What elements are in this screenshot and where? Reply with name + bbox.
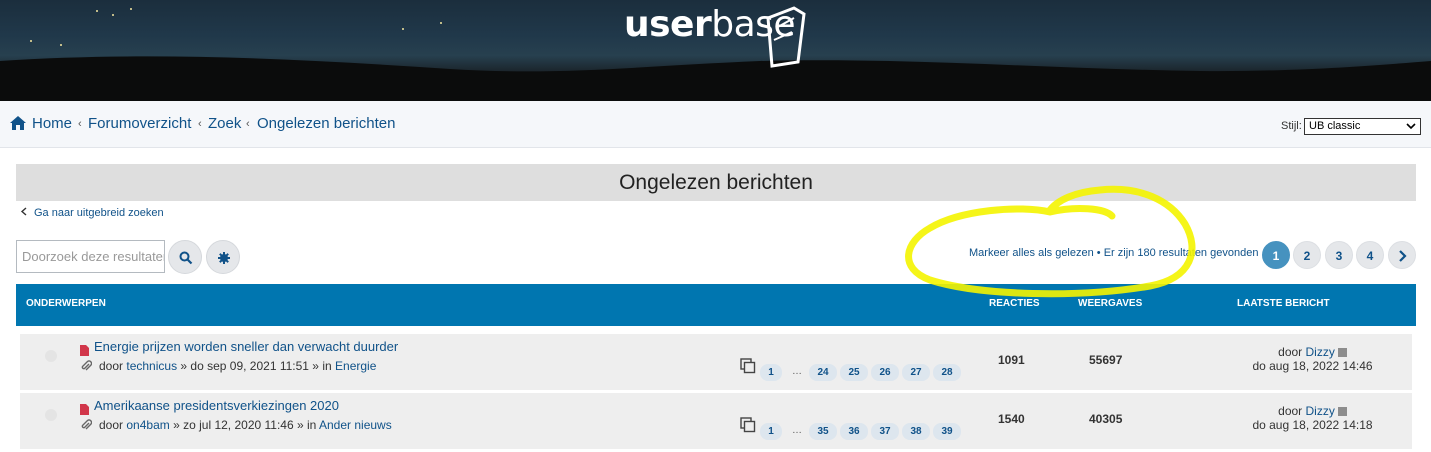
star bbox=[402, 28, 404, 30]
header-topics: ONDERWERPEN bbox=[26, 298, 106, 309]
topic-views: 55697 bbox=[1089, 353, 1123, 367]
pages-ellipsis: … bbox=[792, 366, 802, 377]
last-post-author: door Dizzy bbox=[1220, 404, 1405, 418]
last-post-author: door Dizzy bbox=[1220, 345, 1405, 359]
star bbox=[440, 22, 442, 24]
pages-ellipsis: … bbox=[792, 425, 802, 436]
breadcrumb-current[interactable]: Ongelezen berichten bbox=[257, 115, 395, 132]
meta-date: » zo jul 12, 2020 11:46 » in bbox=[173, 418, 317, 432]
topic-views: 40305 bbox=[1089, 412, 1123, 426]
bullet-separator: • bbox=[1096, 247, 1101, 259]
pagination-page-4[interactable]: 4 bbox=[1356, 241, 1384, 269]
topic-page-link[interactable]: 38 bbox=[902, 423, 930, 440]
header-replies: REACTIES bbox=[989, 298, 1040, 309]
chevron-down-icon bbox=[1406, 123, 1416, 130]
file-icon bbox=[80, 345, 89, 356]
advanced-search-button[interactable] bbox=[206, 240, 240, 274]
topic-row[interactable]: Energie prijzen worden sneller dan verwa… bbox=[20, 333, 1412, 390]
breadcrumb-separator: ‹ bbox=[246, 118, 250, 130]
topic-page-link[interactable]: 39 bbox=[933, 423, 961, 440]
action-bar-info: Markeer alles als gelezen • Er zijn 180 … bbox=[969, 247, 1258, 259]
topic-replies: 1540 bbox=[998, 412, 1025, 426]
chevron-right-icon bbox=[1399, 250, 1407, 262]
last-post-author-link[interactable]: Dizzy bbox=[1306, 345, 1335, 359]
topic-replies: 1091 bbox=[998, 353, 1025, 367]
topic-page-link[interactable]: 1 bbox=[760, 423, 782, 440]
topic-page-link[interactable]: 24 bbox=[809, 364, 837, 381]
pagination-page-1[interactable]: 1 bbox=[1262, 241, 1290, 269]
topic-page-link[interactable]: 27 bbox=[902, 364, 930, 381]
search-button[interactable] bbox=[168, 240, 202, 274]
star bbox=[30, 40, 32, 42]
breadcrumb-forum[interactable]: Forumoverzicht bbox=[88, 115, 191, 132]
topic-page-link[interactable]: 35 bbox=[809, 423, 837, 440]
topic-title-link[interactable]: Amerikaanse presidentsverkiezingen 2020 bbox=[94, 398, 339, 413]
gear-icon bbox=[218, 252, 230, 264]
style-select-value: UB classic bbox=[1309, 120, 1361, 132]
attachment-icon bbox=[81, 360, 92, 371]
topic-page-link[interactable]: 36 bbox=[840, 423, 868, 440]
search-icon bbox=[179, 251, 193, 265]
pagination-next-button[interactable] bbox=[1388, 241, 1416, 269]
advanced-search-label: Ga naar uitgebreid zoeken bbox=[34, 207, 164, 219]
file-icon bbox=[80, 404, 89, 415]
chevron-left-icon bbox=[20, 207, 27, 216]
search-input[interactable]: Doorzoek deze resultaten bbox=[16, 240, 165, 273]
pages-icon bbox=[740, 417, 756, 433]
advanced-search-link[interactable]: Ga naar uitgebreid zoeken bbox=[20, 207, 164, 219]
topic-read-status-icon bbox=[45, 350, 57, 362]
topic-author-link[interactable]: technicus bbox=[126, 359, 177, 373]
last-post-prefix: door bbox=[1278, 345, 1303, 359]
breadcrumb-separator: ‹ bbox=[198, 118, 202, 130]
pages-icon bbox=[740, 358, 756, 374]
last-post-date: do aug 18, 2022 14:18 bbox=[1252, 418, 1373, 432]
topic-meta: door technicus » do sep 09, 2021 11:51 »… bbox=[99, 359, 376, 373]
meta-prefix: door bbox=[99, 359, 124, 373]
goto-last-post-icon[interactable] bbox=[1337, 348, 1347, 357]
results-count: Er zijn 180 resultaten gevonden bbox=[1103, 247, 1259, 259]
star bbox=[60, 44, 62, 46]
meta-date: » do sep 09, 2021 11:51 » in bbox=[180, 359, 332, 373]
breadcrumb-search[interactable]: Zoek bbox=[208, 115, 241, 132]
meta-prefix: door bbox=[99, 418, 124, 432]
breadcrumb-separator: ‹ bbox=[78, 118, 82, 130]
mark-all-read-link[interactable]: Markeer alles als gelezen bbox=[969, 247, 1094, 259]
topic-forum-link[interactable]: Energie bbox=[335, 359, 376, 373]
breadcrumb-home[interactable]: Home bbox=[32, 115, 72, 132]
home-icon[interactable] bbox=[9, 115, 27, 131]
topic-row[interactable]: Amerikaanse presidentsverkiezingen 2020 … bbox=[20, 392, 1412, 449]
page-title: Ongelezen berichten bbox=[16, 164, 1416, 201]
topic-read-status-icon bbox=[45, 409, 57, 421]
pagination-page-2[interactable]: 2 bbox=[1293, 241, 1321, 269]
star bbox=[130, 8, 132, 10]
header-views: WEERGAVES bbox=[1078, 298, 1143, 309]
style-select[interactable]: UB classic bbox=[1304, 118, 1421, 135]
attachment-icon bbox=[81, 419, 92, 430]
header-last-post: LAATSTE BERICHT bbox=[1237, 298, 1330, 309]
pagination-page-3[interactable]: 3 bbox=[1325, 241, 1353, 269]
last-post-date: do aug 18, 2022 14:46 bbox=[1252, 359, 1373, 373]
topic-page-link[interactable]: 1 bbox=[760, 364, 782, 381]
star bbox=[96, 10, 98, 12]
topic-forum-link[interactable]: Ander nieuws bbox=[319, 418, 392, 432]
last-post-author-link[interactable]: Dizzy bbox=[1306, 404, 1335, 418]
site-banner[interactable]: userbase bbox=[0, 0, 1431, 101]
star bbox=[112, 14, 114, 16]
topic-page-link[interactable]: 26 bbox=[871, 364, 899, 381]
style-label: Stijl: bbox=[1281, 120, 1302, 132]
topic-page-link[interactable]: 25 bbox=[840, 364, 868, 381]
logo-bold-text: user bbox=[624, 4, 712, 45]
goto-last-post-icon[interactable] bbox=[1337, 407, 1347, 416]
site-logo[interactable]: userbase bbox=[624, 4, 806, 68]
topic-page-link[interactable]: 28 bbox=[933, 364, 961, 381]
topic-title-link[interactable]: Energie prijzen worden sneller dan verwa… bbox=[94, 339, 398, 354]
logo-book-icon bbox=[766, 6, 806, 68]
topic-page-link[interactable]: 37 bbox=[871, 423, 899, 440]
topic-list-header: ONDERWERPEN REACTIES WEERGAVES LAATSTE B… bbox=[16, 284, 1416, 326]
topic-author-link[interactable]: on4bam bbox=[126, 418, 169, 432]
topic-meta: door on4bam » zo jul 12, 2020 11:46 » in… bbox=[99, 418, 392, 432]
last-post-prefix: door bbox=[1278, 404, 1303, 418]
